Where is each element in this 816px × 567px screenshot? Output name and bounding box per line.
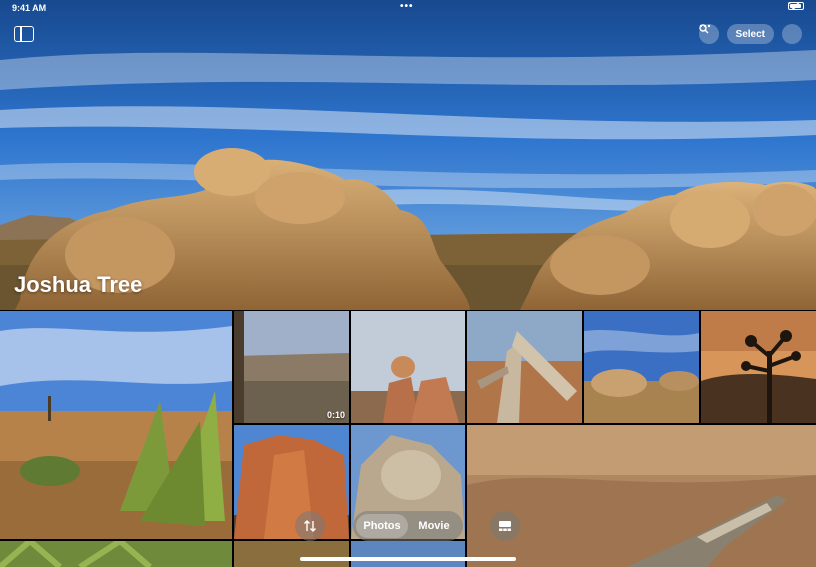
photo-tile[interactable] bbox=[467, 425, 816, 567]
multitasking-dots[interactable]: ••• bbox=[400, 1, 414, 12]
photo-tile[interactable] bbox=[701, 311, 816, 423]
segment-photos[interactable]: Photos bbox=[356, 514, 408, 538]
hero-photo bbox=[0, 0, 816, 310]
album-title: Joshua Tree bbox=[14, 272, 143, 297]
video-tile[interactable]: 0:10 bbox=[234, 311, 349, 423]
sort-button[interactable] bbox=[295, 511, 325, 541]
sort-arrows-icon bbox=[304, 520, 316, 532]
top-toolbar: Select bbox=[698, 24, 802, 44]
photo-tile[interactable] bbox=[351, 541, 465, 567]
photo-tile[interactable] bbox=[0, 541, 232, 567]
photo-tile[interactable] bbox=[234, 541, 349, 567]
segment-movie[interactable]: Movie bbox=[408, 514, 460, 538]
layout-icon bbox=[499, 521, 511, 531]
home-indicator[interactable] bbox=[300, 557, 516, 561]
video-duration: 0:10 bbox=[326, 410, 345, 420]
album-hero: 9:41 AM ••• Select Joshua Tree bbox=[0, 0, 816, 310]
photo-tile[interactable] bbox=[0, 311, 232, 539]
photo-tile[interactable] bbox=[234, 425, 349, 539]
battery-icon bbox=[788, 2, 804, 10]
status-bar: 9:41 AM ••• bbox=[0, 0, 816, 16]
ellipsis-icon bbox=[699, 24, 710, 28]
layout-button[interactable] bbox=[490, 511, 520, 541]
photo-tile[interactable] bbox=[351, 311, 465, 423]
sidebar-toggle-button[interactable] bbox=[14, 26, 34, 42]
status-indicators bbox=[788, 2, 804, 10]
view-mode-segmented-control: Photos Movie bbox=[353, 511, 463, 541]
photo-tile[interactable] bbox=[467, 311, 582, 423]
status-time: 9:41 AM bbox=[12, 3, 47, 13]
photo-tile[interactable] bbox=[584, 311, 699, 423]
more-button[interactable] bbox=[699, 24, 802, 44]
select-button[interactable]: Select bbox=[726, 24, 774, 44]
